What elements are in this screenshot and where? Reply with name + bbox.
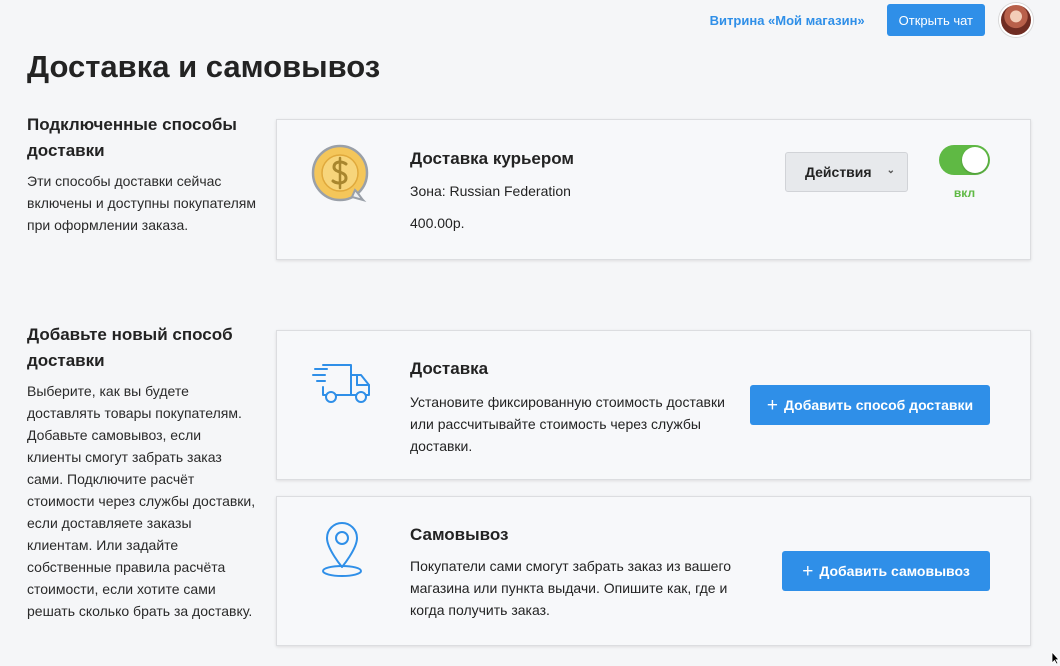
avatar[interactable] [999, 3, 1033, 37]
pickup-title: Самовывоз [410, 525, 509, 544]
courier-zone: Зона: Russian Federation [410, 183, 571, 199]
delivery-title: Доставка [410, 359, 489, 378]
coin-dollar-icon [311, 142, 369, 209]
connected-description: Эти способы доставки сейчас включены и д… [27, 173, 257, 233]
connected-heading: Подключенные способы доставки [27, 115, 237, 160]
courier-method-title: Доставка курьером [410, 149, 574, 168]
add-new-description: Выберите, как вы будете доставлять товар… [27, 383, 256, 619]
pickup-description: Покупатели сами смогут забрать заказ из … [410, 558, 732, 618]
actions-button-label: Действия [805, 164, 872, 180]
top-bar: Витрина «Мой магазин» Открыть чат [710, 3, 1033, 37]
map-pin-icon [321, 521, 363, 584]
toggle-knob [962, 147, 988, 173]
chevron-down-icon: ⌄ [886, 165, 895, 176]
add-pickup-button-label: Добавить самовывоз [819, 563, 970, 579]
truck-icon [311, 363, 373, 410]
actions-dropdown-button[interactable]: Действия ⌄ [785, 152, 908, 192]
add-delivery-method-button[interactable]: + Добавить способ доставки [750, 385, 990, 425]
add-new-heading: Добавьте новый способ доставки [27, 325, 233, 370]
open-chat-button[interactable]: Открыть чат [886, 4, 985, 36]
page-title: Доставка и самовывоз [27, 49, 381, 84]
toggle-state-label: вкл [953, 186, 976, 200]
delivery-description: Установите фиксированную стоимость доста… [410, 394, 725, 454]
plus-icon: + [766, 394, 778, 416]
storefront-link[interactable]: Витрина «Мой магазин» [710, 13, 865, 28]
delivery-card: Доставка Установите фиксированную стоимо… [276, 330, 1031, 480]
add-pickup-button[interactable]: + Добавить самовывоз [782, 551, 990, 591]
add-new-section-description: Добавьте новый способ доставки Выберите,… [27, 322, 257, 622]
enabled-toggle[interactable] [939, 145, 990, 175]
connected-section-description: Подключенные способы доставки Эти способ… [27, 112, 257, 236]
add-delivery-button-label: Добавить способ доставки [784, 397, 974, 413]
courier-delivery-card: Доставка курьером Зона: Russian Federati… [276, 119, 1031, 260]
mouse-cursor-icon [1051, 650, 1060, 666]
courier-price: 400.00р. [410, 215, 465, 231]
pickup-card: Самовывоз Покупатели сами смогут забрать… [276, 496, 1031, 646]
plus-icon: + [802, 560, 814, 582]
